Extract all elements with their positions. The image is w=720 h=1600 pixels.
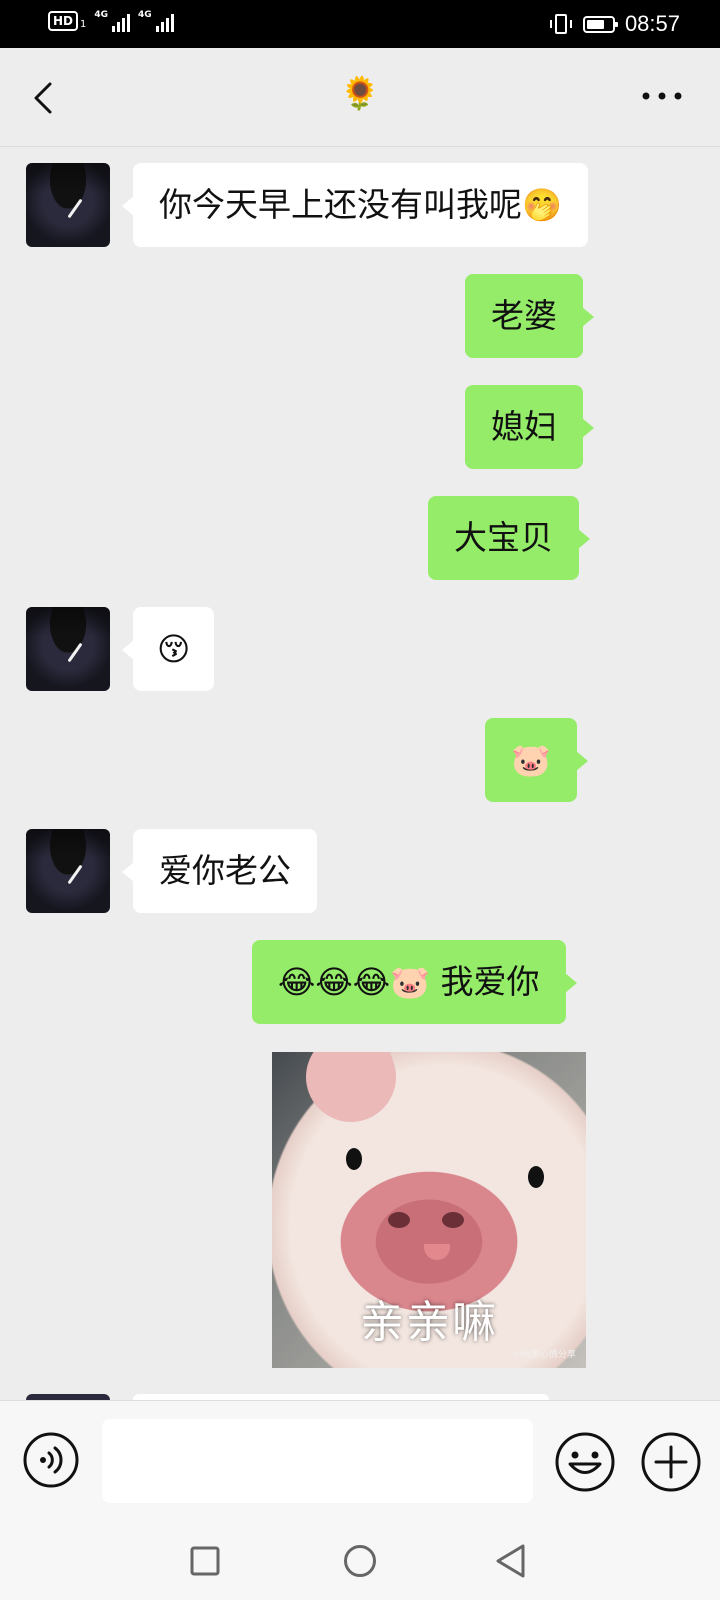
pig-nostril xyxy=(442,1212,464,1228)
contact-avatar[interactable] xyxy=(26,829,110,913)
signal-icon: 4G xyxy=(94,10,131,32)
message-input[interactable] xyxy=(102,1419,533,1503)
pig-nostril xyxy=(388,1212,410,1228)
message-text: 你今天早上还没有叫我呢 xyxy=(159,185,522,224)
battery-icon xyxy=(582,15,618,33)
message-bubble-incoming[interactable]: 你今天早上还没有叫我呢🤭 xyxy=(122,163,588,247)
message-bubble-outgoing[interactable]: 媳妇 xyxy=(465,385,594,469)
emoji-button[interactable] xyxy=(554,1431,616,1493)
chat-title: 🌻 xyxy=(340,74,380,112)
message-bubble-incoming[interactable]: 😚 xyxy=(121,607,215,691)
voice-button[interactable] xyxy=(22,1431,80,1489)
message-bubble-outgoing[interactable]: 老婆 xyxy=(465,274,594,358)
message-text: 大宝贝 xyxy=(454,518,553,557)
square-icon xyxy=(190,1546,220,1576)
message-text: 爱你老公 xyxy=(159,851,291,890)
message-bubble-outgoing[interactable]: 大宝贝 xyxy=(428,496,590,580)
sticker-watermark: 小玩意心情分享 xyxy=(512,1350,576,1360)
pig-tongue xyxy=(424,1244,450,1260)
nav-back-button[interactable] xyxy=(494,1543,528,1579)
recent-apps-button[interactable] xyxy=(190,1546,220,1576)
pig-eye-right xyxy=(528,1166,544,1188)
voice-icon xyxy=(23,1432,79,1488)
message-emoji: 😚 xyxy=(157,630,191,668)
vibrate-icon xyxy=(549,14,572,34)
signal-icon-2: 4G xyxy=(138,10,174,32)
message-text: 我爱你 xyxy=(440,962,540,1001)
message-text: 媳妇 xyxy=(491,407,557,446)
plus-button[interactable] xyxy=(640,1431,702,1493)
message-text: 老婆 xyxy=(491,296,557,335)
sim-slot: 1 xyxy=(80,18,87,30)
status-bar: HD 1 4G 4G 08:57 xyxy=(0,0,720,48)
message-bubble-outgoing[interactable]: 🐷 xyxy=(485,718,588,802)
hd-badge: HD xyxy=(48,11,79,31)
sticker-caption: 亲亲嘛 xyxy=(360,1297,498,1348)
network-type-2: 4G xyxy=(138,10,152,20)
plus-icon xyxy=(641,1432,701,1492)
message-emoji: 🤭 xyxy=(522,186,562,224)
system-nav-bar xyxy=(0,1522,720,1600)
message-bubble-incoming[interactable]: 爱你老公 xyxy=(122,829,317,913)
contact-avatar[interactable] xyxy=(26,607,110,691)
message-bubble-outgoing[interactable]: 😂😂😂🐷 我爱你 xyxy=(252,940,577,1024)
status-left: HD 1 4G 4G xyxy=(48,10,174,32)
network-type-1: 4G xyxy=(94,10,109,20)
input-bar xyxy=(0,1400,720,1523)
contact-avatar[interactable] xyxy=(26,163,110,247)
message-emoji: 😂😂😂🐷 xyxy=(278,963,431,1001)
more-button[interactable] xyxy=(640,84,684,108)
message-emoji: 🐷 xyxy=(511,741,551,779)
status-time: 08:57 xyxy=(624,11,680,36)
emoji-smile-icon xyxy=(555,1432,615,1492)
triangle-back-icon xyxy=(496,1544,525,1578)
more-dots-icon xyxy=(642,92,682,100)
circle-icon xyxy=(344,1545,376,1577)
chat-header: 🌻 xyxy=(0,48,720,147)
home-button[interactable] xyxy=(343,1544,377,1578)
pig-ear xyxy=(293,1052,409,1135)
status-right: 08:57 xyxy=(549,11,680,37)
pig-eye-left xyxy=(346,1148,362,1170)
pig-sticker-image[interactable]: 亲亲嘛 小玩意心情分享 xyxy=(272,1052,586,1368)
